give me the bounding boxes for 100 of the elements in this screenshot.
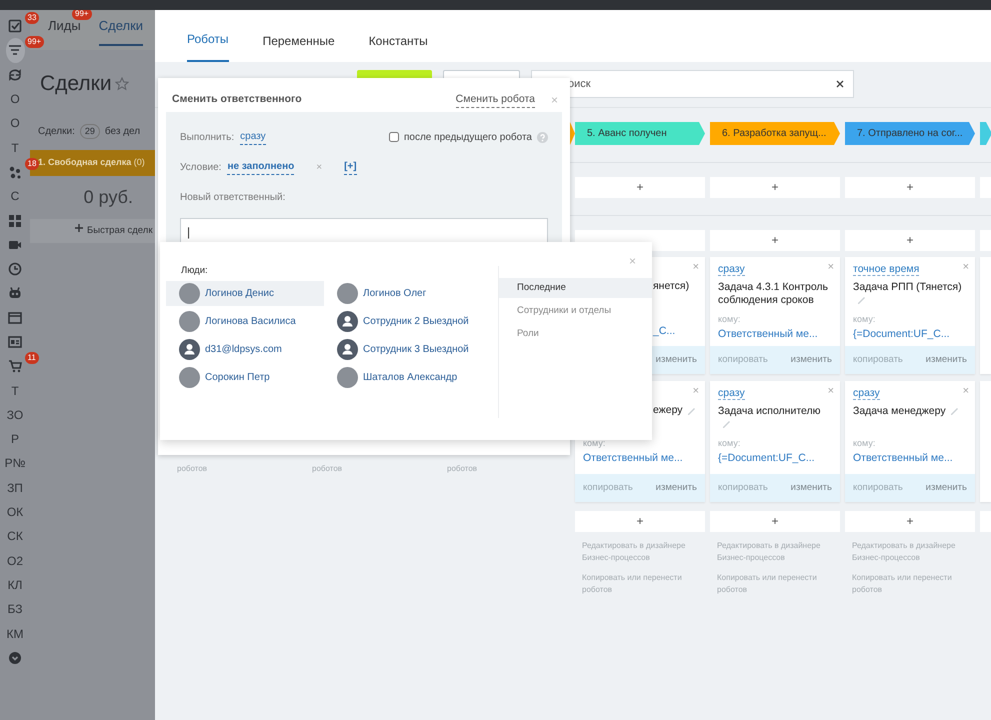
checkbox-icon (8, 19, 22, 34)
add-button[interactable]: + (575, 177, 705, 198)
close-button[interactable]: × (962, 259, 969, 276)
close-button[interactable]: × (692, 259, 699, 276)
refresh-icon (8, 68, 22, 82)
copy-button[interactable]: копировать (853, 480, 903, 496)
avatar-placeholder (179, 367, 200, 388)
timing-link[interactable]: сразу (718, 387, 745, 400)
close-button[interactable]: × (828, 383, 834, 400)
timing-link[interactable]: сразу (718, 263, 745, 276)
recipient-link[interactable]: Ответственный ме... (583, 450, 697, 466)
add-condition-link[interactable]: [+] (344, 159, 357, 175)
filter-label[interactable]: без дел (104, 124, 140, 139)
timing-link[interactable]: сразу (853, 387, 880, 400)
person-item[interactable]: Сотрудник 2 Выездной (324, 309, 482, 334)
edit-button[interactable]: изменить (926, 352, 967, 368)
recipient-link[interactable]: {=Document:UF_C... (718, 450, 832, 466)
after-previous-checkbox[interactable] (389, 132, 399, 142)
avatar-placeholder (337, 283, 358, 304)
robot-title: янется) (653, 280, 690, 292)
tab[interactable]: Переменные (262, 32, 335, 62)
copy-button[interactable]: копировать (583, 480, 633, 496)
star-icon[interactable] (114, 76, 129, 91)
edit-button[interactable]: изменить (790, 352, 832, 368)
assignee-label: Новый ответственный: (180, 190, 286, 204)
avatar-placeholder (337, 367, 358, 388)
stage-header: 5. Аванс получен (575, 122, 705, 145)
filter-icon (8, 43, 22, 58)
count-badge: 99+ (72, 10, 92, 20)
recipient-label: кому: (853, 437, 876, 450)
person-item[interactable]: Логинов Денис (166, 281, 324, 306)
copy-button[interactable]: копировать (718, 480, 768, 496)
sidebar-item[interactable]: Т (6, 135, 24, 160)
sidebar-item[interactable]: О (6, 111, 24, 136)
footer-link[interactable]: Копировать или перенести роботов (852, 572, 975, 596)
sidebar-item[interactable]: О (6, 86, 24, 112)
sidebar-item[interactable]: ОК (6, 500, 24, 524)
sidebar-item[interactable]: ЗО (6, 402, 24, 428)
sidebar-item[interactable]: СК (6, 524, 24, 549)
footer-link[interactable]: Копировать или перенести роботов (717, 572, 840, 596)
plus-icon (75, 224, 83, 232)
copy-button[interactable]: копировать (853, 352, 903, 368)
sidebar-item[interactable]: КЛ (6, 572, 24, 598)
sidebar-item[interactable]: Т (6, 378, 24, 403)
copy-button[interactable]: копировать (718, 352, 768, 368)
tab[interactable]: Константы (368, 32, 428, 62)
sidebar-item[interactable]: БЗ (6, 597, 24, 622)
sidebar-item[interactable]: ЗП (6, 476, 24, 500)
sidebar-item[interactable]: Р№ (6, 451, 24, 476)
counter-badge: 29 (80, 124, 100, 139)
sidebar-item[interactable]: КМ (6, 621, 24, 646)
person-item[interactable]: Логинов Олег (324, 281, 482, 306)
close-button[interactable]: × (962, 383, 969, 400)
avatar-silhouette-icon (337, 311, 358, 332)
count-badge: 99+ (24, 36, 44, 48)
edit-button[interactable]: изменить (790, 480, 832, 496)
sidebar-item[interactable]: С (6, 184, 24, 208)
footer-link[interactable]: Редактировать в дизайнере Бизнес-процессов (717, 540, 840, 564)
page-title: Сделки (40, 71, 112, 97)
footer-link[interactable]: Редактировать в дизайнере Бизнес-процессов (852, 540, 975, 564)
selector-tab[interactable]: Последние (499, 278, 652, 298)
add-button[interactable]: + (710, 511, 840, 532)
edit-button[interactable]: изменить (656, 352, 697, 368)
add-button[interactable]: + (710, 230, 840, 251)
recipient-link[interactable]: Ответственный ме... (718, 326, 832, 342)
person-item[interactable]: Логинова Василиса (166, 309, 324, 334)
add-button[interactable]: + (710, 177, 840, 198)
edit-button[interactable]: изменить (656, 480, 697, 496)
footer-link[interactable]: Редактировать в дизайнере Бизнес-процессов (582, 540, 705, 564)
add-button[interactable]: + (575, 511, 705, 532)
add-button[interactable]: + (845, 177, 975, 198)
person-item[interactable]: d31@ldpsys.com (166, 337, 324, 362)
sidebar-item[interactable]: Р (6, 427, 24, 452)
run-value-link[interactable]: сразу (240, 129, 266, 145)
recipient-label: кому: (718, 437, 742, 450)
recipient-link[interactable]: Ответственный ме... (853, 450, 967, 466)
quick-add-button[interactable]: Быстрая сделк (30, 218, 155, 243)
add-button[interactable]: + (845, 511, 975, 532)
close-icon[interactable] (836, 80, 844, 88)
crm-tab[interactable]: Сделки (98, 16, 144, 46)
close-button[interactable]: × (828, 259, 834, 276)
person-item[interactable]: Шаталов Александр (324, 365, 482, 390)
person-item[interactable]: Сорокин Петр (166, 365, 324, 390)
condition-link[interactable]: не заполнено (227, 159, 294, 175)
switch-robot-link[interactable]: Сменить робота (456, 92, 535, 108)
add-button[interactable]: + (845, 230, 975, 251)
close-button[interactable]: × (692, 383, 699, 400)
selector-tab[interactable]: Роли (499, 324, 652, 344)
footer-link[interactable]: Копировать или перенести роботов (582, 572, 705, 596)
person-item[interactable]: Сотрудник 3 Выездной (324, 337, 482, 362)
avatar-placeholder (179, 283, 200, 304)
recipient-link[interactable]: {=Document:UF_C... (853, 326, 967, 342)
edit-button[interactable]: изменить (926, 480, 967, 496)
sidebar-item[interactable]: О2 (6, 548, 24, 573)
condition-label: Условие: (180, 160, 222, 174)
timing-link[interactable]: точное время (853, 263, 920, 276)
clear-button[interactable]: × (316, 160, 322, 174)
sidebar-item[interactable] (6, 38, 24, 63)
tab[interactable]: Роботы (187, 30, 229, 62)
selector-tab[interactable]: Сотрудники и отделы (499, 301, 652, 321)
